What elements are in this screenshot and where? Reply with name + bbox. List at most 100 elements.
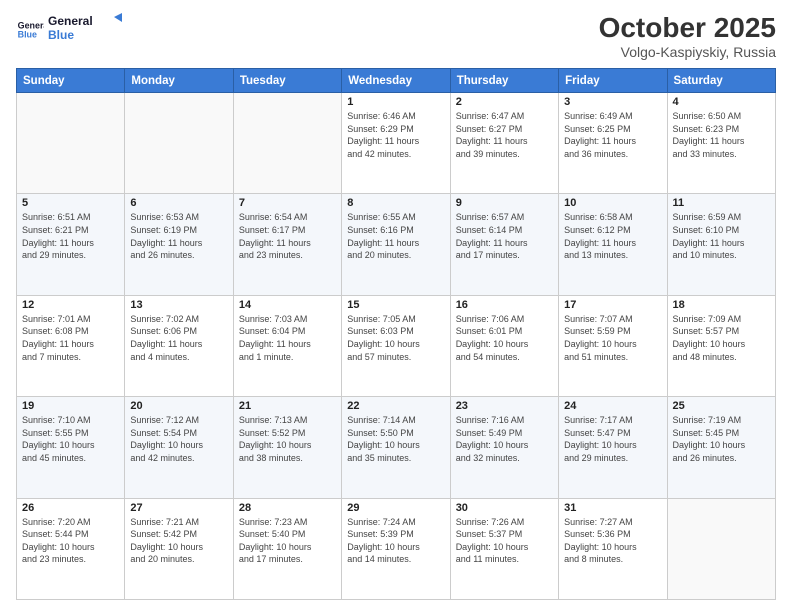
calendar-cell: 6Sunrise: 6:53 AM Sunset: 6:19 PM Daylig… bbox=[125, 194, 233, 295]
calendar-cell bbox=[233, 93, 341, 194]
logo-svg: General Blue bbox=[48, 12, 128, 42]
day-number: 5 bbox=[22, 197, 119, 209]
calendar-cell: 17 Sunrise: 7:07 AM Sunset: 5:59 PM Dayli… bbox=[559, 295, 667, 396]
cell-info: Sunrise: 7:12 AM Sunset: 5:54 PM Dayligh… bbox=[130, 414, 227, 464]
calendar-week-row: 26 Sunrise: 7:20 AM Sunset: 5:44 PM Dayli… bbox=[17, 498, 776, 599]
calendar-cell: 20Sunrise: 7:12 AM Sunset: 5:54 PM Dayli… bbox=[125, 397, 233, 498]
cell-info: Sunrise: 7:01 AM Sunset: 6:08 PM Dayligh… bbox=[22, 313, 119, 363]
cell-info: Sunrise: 7:21 AM Sunset: 5:42 PM Dayligh… bbox=[130, 516, 227, 566]
calendar-cell: 27 Sunrise: 7:21 AM Sunset: 5:42 PM Dayli… bbox=[125, 498, 233, 599]
calendar-cell: 29 Sunrise: 7:24 AM Sunset: 5:39 PM Dayli… bbox=[342, 498, 450, 599]
title-block: October 2025 Volgo-Kaspiyskiy, Russia bbox=[599, 12, 776, 60]
weekday-header: Thursday bbox=[450, 69, 558, 93]
weekday-header: Saturday bbox=[667, 69, 775, 93]
cell-info: Sunrise: 7:20 AM Sunset: 5:44 PM Dayligh… bbox=[22, 516, 119, 566]
cell-info: Sunrise: 6:57 AM Sunset: 6:14 PM Dayligh… bbox=[456, 211, 553, 261]
cell-info: Sunrise: 7:13 AM Sunset: 5:52 PM Dayligh… bbox=[239, 414, 336, 464]
day-number: 18 bbox=[673, 299, 770, 311]
cell-info: Sunrise: 7:24 AM Sunset: 5:39 PM Dayligh… bbox=[347, 516, 444, 566]
cell-info: Sunrise: 6:50 AM Sunset: 6:23 PM Dayligh… bbox=[673, 110, 770, 160]
svg-text:Blue: Blue bbox=[48, 28, 74, 42]
cell-info: Sunrise: 7:14 AM Sunset: 5:50 PM Dayligh… bbox=[347, 414, 444, 464]
calendar-cell: 16Sunrise: 7:06 AM Sunset: 6:01 PM Dayli… bbox=[450, 295, 558, 396]
day-number: 31 bbox=[564, 502, 661, 514]
cell-info: Sunrise: 7:27 AM Sunset: 5:36 PM Dayligh… bbox=[564, 516, 661, 566]
day-number: 4 bbox=[673, 96, 770, 108]
day-number: 7 bbox=[239, 197, 336, 209]
calendar-cell: 5 Sunrise: 6:51 AM Sunset: 6:21 PM Daylig… bbox=[17, 194, 125, 295]
calendar-cell: 14Sunrise: 7:03 AM Sunset: 6:04 PM Dayli… bbox=[233, 295, 341, 396]
calendar-cell bbox=[17, 93, 125, 194]
day-number: 29 bbox=[347, 502, 444, 514]
weekday-header: Friday bbox=[559, 69, 667, 93]
calendar-cell bbox=[667, 498, 775, 599]
calendar-table: SundayMondayTuesdayWednesdayThursdayFrid… bbox=[16, 68, 776, 600]
day-number: 1 bbox=[347, 96, 444, 108]
day-number: 15 bbox=[347, 299, 444, 311]
cell-info: Sunrise: 7:19 AM Sunset: 5:45 PM Dayligh… bbox=[673, 414, 770, 464]
calendar-cell: 22Sunrise: 7:14 AM Sunset: 5:50 PM Dayli… bbox=[342, 397, 450, 498]
svg-text:Blue: Blue bbox=[18, 29, 37, 39]
calendar-cell: 30Sunrise: 7:26 AM Sunset: 5:37 PM Dayli… bbox=[450, 498, 558, 599]
day-number: 10 bbox=[564, 197, 661, 209]
cell-info: Sunrise: 7:06 AM Sunset: 6:01 PM Dayligh… bbox=[456, 313, 553, 363]
day-number: 23 bbox=[456, 400, 553, 412]
calendar-cell: 4 Sunrise: 6:50 AM Sunset: 6:23 PM Daylig… bbox=[667, 93, 775, 194]
page: General Blue General Blue October 2025 V… bbox=[0, 0, 792, 612]
cell-info: Sunrise: 6:47 AM Sunset: 6:27 PM Dayligh… bbox=[456, 110, 553, 160]
cell-info: Sunrise: 6:46 AM Sunset: 6:29 PM Dayligh… bbox=[347, 110, 444, 160]
calendar-cell: 12 Sunrise: 7:01 AM Sunset: 6:08 PM Dayli… bbox=[17, 295, 125, 396]
location: Volgo-Kaspiyskiy, Russia bbox=[599, 44, 776, 60]
logo: General Blue General Blue bbox=[16, 12, 128, 47]
day-number: 28 bbox=[239, 502, 336, 514]
calendar-cell: 26 Sunrise: 7:20 AM Sunset: 5:44 PM Dayli… bbox=[17, 498, 125, 599]
cell-info: Sunrise: 6:59 AM Sunset: 6:10 PM Dayligh… bbox=[673, 211, 770, 261]
day-number: 19 bbox=[22, 400, 119, 412]
header: General Blue General Blue October 2025 V… bbox=[16, 12, 776, 60]
day-number: 26 bbox=[22, 502, 119, 514]
calendar-cell: 8 Sunrise: 6:55 AM Sunset: 6:16 PM Daylig… bbox=[342, 194, 450, 295]
calendar-cell: 13 Sunrise: 7:02 AM Sunset: 6:06 PM Dayli… bbox=[125, 295, 233, 396]
day-number: 30 bbox=[456, 502, 553, 514]
calendar-cell: 31 Sunrise: 7:27 AM Sunset: 5:36 PM Dayli… bbox=[559, 498, 667, 599]
month-title: October 2025 bbox=[599, 12, 776, 44]
calendar-week-row: 1 Sunrise: 6:46 AM Sunset: 6:29 PM Daylig… bbox=[17, 93, 776, 194]
weekday-header: Tuesday bbox=[233, 69, 341, 93]
day-number: 2 bbox=[456, 96, 553, 108]
cell-info: Sunrise: 6:55 AM Sunset: 6:16 PM Dayligh… bbox=[347, 211, 444, 261]
day-number: 13 bbox=[130, 299, 227, 311]
cell-info: Sunrise: 6:58 AM Sunset: 6:12 PM Dayligh… bbox=[564, 211, 661, 261]
day-number: 14 bbox=[239, 299, 336, 311]
day-number: 24 bbox=[564, 400, 661, 412]
calendar-cell: 7Sunrise: 6:54 AM Sunset: 6:17 PM Daylig… bbox=[233, 194, 341, 295]
calendar-week-row: 19 Sunrise: 7:10 AM Sunset: 5:55 PM Dayli… bbox=[17, 397, 776, 498]
cell-info: Sunrise: 7:10 AM Sunset: 5:55 PM Dayligh… bbox=[22, 414, 119, 464]
calendar-cell: 15Sunrise: 7:05 AM Sunset: 6:03 PM Dayli… bbox=[342, 295, 450, 396]
calendar-cell: 24 Sunrise: 7:17 AM Sunset: 5:47 PM Dayli… bbox=[559, 397, 667, 498]
weekday-header: Sunday bbox=[17, 69, 125, 93]
cell-info: Sunrise: 6:51 AM Sunset: 6:21 PM Dayligh… bbox=[22, 211, 119, 261]
day-number: 12 bbox=[22, 299, 119, 311]
cell-info: Sunrise: 7:02 AM Sunset: 6:06 PM Dayligh… bbox=[130, 313, 227, 363]
cell-info: Sunrise: 7:17 AM Sunset: 5:47 PM Dayligh… bbox=[564, 414, 661, 464]
cell-info: Sunrise: 7:16 AM Sunset: 5:49 PM Dayligh… bbox=[456, 414, 553, 464]
day-number: 11 bbox=[673, 197, 770, 209]
cell-info: Sunrise: 7:09 AM Sunset: 5:57 PM Dayligh… bbox=[673, 313, 770, 363]
calendar-cell bbox=[125, 93, 233, 194]
weekday-header: Wednesday bbox=[342, 69, 450, 93]
calendar-cell: 10 Sunrise: 6:58 AM Sunset: 6:12 PM Dayli… bbox=[559, 194, 667, 295]
cell-info: Sunrise: 6:49 AM Sunset: 6:25 PM Dayligh… bbox=[564, 110, 661, 160]
day-number: 25 bbox=[673, 400, 770, 412]
calendar-week-row: 5 Sunrise: 6:51 AM Sunset: 6:21 PM Daylig… bbox=[17, 194, 776, 295]
calendar-cell: 3Sunrise: 6:49 AM Sunset: 6:25 PM Daylig… bbox=[559, 93, 667, 194]
calendar-cell: 9Sunrise: 6:57 AM Sunset: 6:14 PM Daylig… bbox=[450, 194, 558, 295]
day-number: 27 bbox=[130, 502, 227, 514]
calendar-cell: 19 Sunrise: 7:10 AM Sunset: 5:55 PM Dayli… bbox=[17, 397, 125, 498]
cell-info: Sunrise: 7:23 AM Sunset: 5:40 PM Dayligh… bbox=[239, 516, 336, 566]
day-number: 17 bbox=[564, 299, 661, 311]
calendar-cell: 1 Sunrise: 6:46 AM Sunset: 6:29 PM Daylig… bbox=[342, 93, 450, 194]
calendar-week-row: 12 Sunrise: 7:01 AM Sunset: 6:08 PM Dayli… bbox=[17, 295, 776, 396]
calendar-cell: 18 Sunrise: 7:09 AM Sunset: 5:57 PM Dayli… bbox=[667, 295, 775, 396]
cell-info: Sunrise: 7:07 AM Sunset: 5:59 PM Dayligh… bbox=[564, 313, 661, 363]
day-number: 8 bbox=[347, 197, 444, 209]
